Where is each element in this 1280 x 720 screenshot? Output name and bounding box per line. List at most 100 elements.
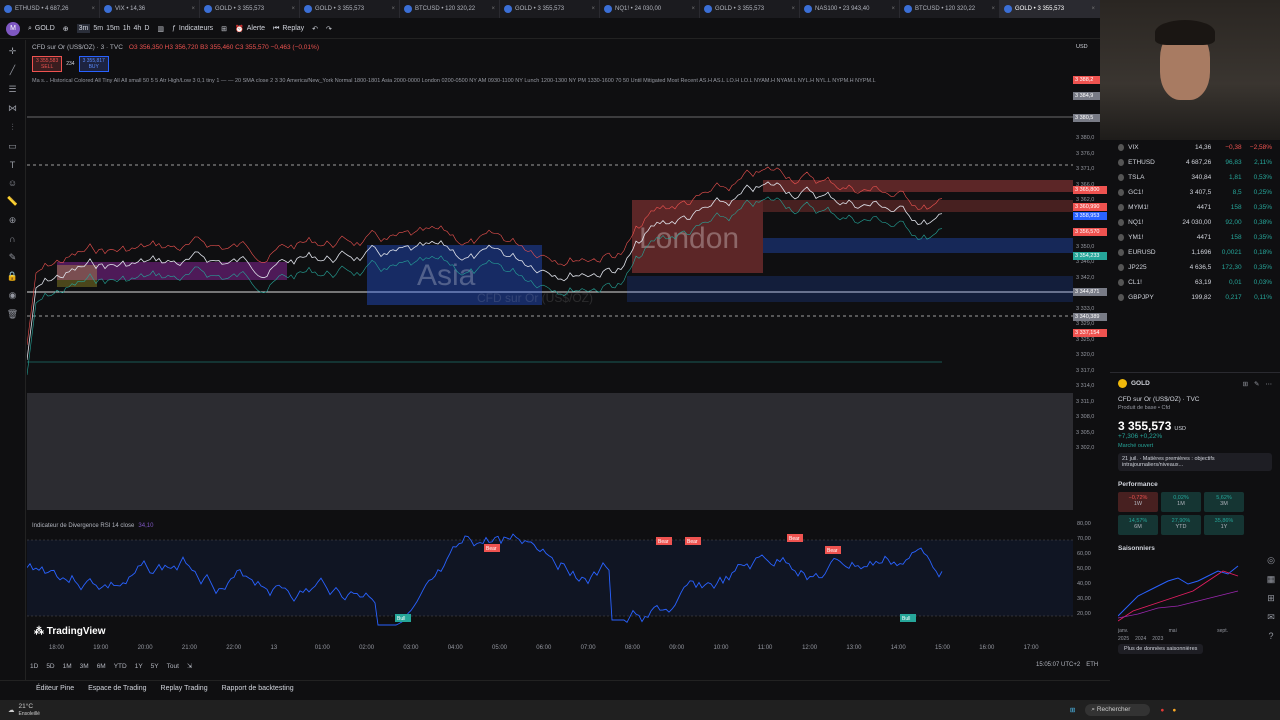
tab-2[interactable]: GOLD • 3 355,573 × xyxy=(200,0,300,18)
target-icon[interactable]: ◎ xyxy=(1267,555,1275,566)
details-symbol[interactable]: GOLD xyxy=(1131,380,1150,387)
interval-5[interactable]: D xyxy=(144,25,149,32)
perf-cell[interactable]: 0,02% 1M xyxy=(1161,492,1201,512)
time-axis[interactable]: 18:00 19:00 20:00 21:00 22:00 13 01:00 02:00 03:… xyxy=(27,643,1073,655)
grid-icon[interactable]: ⊞ xyxy=(1243,380,1248,388)
range-3[interactable]: 3M xyxy=(80,663,89,670)
perf-cell[interactable]: 14,57% 6M xyxy=(1118,515,1158,535)
interval-1[interactable]: 5m xyxy=(93,25,103,32)
text-icon[interactable]: T xyxy=(10,160,16,170)
lock-icon[interactable]: 🔒 xyxy=(7,271,18,282)
add-symbol-icon[interactable]: ⊕ xyxy=(63,25,69,33)
calendar-icon[interactable]: ▦ xyxy=(1267,574,1276,585)
alert-button[interactable]: ⏰ Alerte xyxy=(235,25,265,33)
undo-icon[interactable]: ↶ xyxy=(312,25,318,33)
tab-9[interactable]: BTCUSD • 120 320,22 × xyxy=(900,0,1000,18)
shapes-icon[interactable]: ▭ xyxy=(8,141,17,152)
close-icon[interactable]: × xyxy=(891,6,895,12)
fib-icon[interactable]: ☰ xyxy=(8,84,16,95)
more-icon[interactable]: ⋯ xyxy=(1266,380,1273,388)
chrome-icon[interactable]: ● xyxy=(1160,707,1164,714)
tab-8[interactable]: NAS100 • 23 943,40 × xyxy=(800,0,900,18)
tradingview-logo[interactable]: ⁂ TradingView xyxy=(34,626,106,637)
news-item[interactable]: 21 juil. · Matières premières : objectif… xyxy=(1118,453,1272,471)
watchlist-row[interactable]: VIX 14,36 −0,38 −2,58% xyxy=(1110,140,1280,155)
close-icon[interactable]: × xyxy=(591,6,595,12)
rsi-pane[interactable]: Bear Bear Bear Bear Bear Bull Bull xyxy=(27,520,1073,630)
trendline-icon[interactable]: ╱ xyxy=(10,65,15,76)
goto-date-icon[interactable]: ⇲ xyxy=(187,662,192,670)
close-icon[interactable]: × xyxy=(1091,6,1095,12)
tab-5[interactable]: GOLD • 3 355,573 × xyxy=(500,0,600,18)
range-1[interactable]: 5D xyxy=(46,663,54,670)
chat-icon[interactable]: ✉ xyxy=(1267,612,1275,623)
icons-icon[interactable]: ☺ xyxy=(8,178,17,188)
tab-4[interactable]: BTCUSD • 120 320,22 × xyxy=(400,0,500,18)
watchlist-row[interactable]: EURUSD 1,1696 0,0021 0,18% xyxy=(1110,245,1280,260)
perf-cell[interactable]: 5,62% 3M xyxy=(1204,492,1244,512)
indicators-button[interactable]: ƒ Indicateurs xyxy=(172,25,213,32)
watchlist-row[interactable]: NQ1! 24 030,00 92,00 0,38% xyxy=(1110,215,1280,230)
tab-1[interactable]: VIX • 14,36 × xyxy=(100,0,200,18)
zoom-icon[interactable]: ⊕ xyxy=(9,215,17,226)
trash-icon[interactable]: 🗑 xyxy=(7,309,18,320)
tab-6[interactable]: NQ1! • 24 030,00 × xyxy=(600,0,700,18)
help-icon[interactable]: ? xyxy=(1268,631,1273,641)
close-icon[interactable]: × xyxy=(291,6,295,12)
watchlist-row[interactable]: GC1! 3 407,5 8,5 0,25% xyxy=(1110,185,1280,200)
interval-3[interactable]: 1h xyxy=(123,25,131,32)
close-icon[interactable]: × xyxy=(791,6,795,12)
chart-type-icon[interactable]: ▥ xyxy=(157,25,164,33)
pattern-icon[interactable]: ⋈ xyxy=(8,103,17,114)
indicator-legend[interactable]: Ma s... Historical Colored All Tiny All … xyxy=(32,78,1052,84)
close-icon[interactable]: × xyxy=(491,6,495,12)
watchlist-row[interactable]: YM1! 4471 158 0,35% xyxy=(1110,230,1280,245)
edit-icon[interactable]: ✎ xyxy=(1254,380,1259,388)
interval-2[interactable]: 15m xyxy=(106,25,120,32)
clock[interactable]: 15:05:07 UTC+2 ETH xyxy=(1036,662,1098,668)
range-2[interactable]: 1M xyxy=(63,663,72,670)
seasonals-chart[interactable] xyxy=(1117,556,1243,626)
pencil-icon[interactable]: ✎ xyxy=(9,252,17,263)
close-icon[interactable]: × xyxy=(991,6,995,12)
bottom-tab-1[interactable]: Espace de Trading xyxy=(88,685,146,692)
weather[interactable]: 21°C Ensoleillé xyxy=(19,703,40,718)
range-8[interactable]: Tout xyxy=(167,663,179,670)
perf-cell[interactable]: −0,72% 1W xyxy=(1118,492,1158,512)
apps-icon[interactable]: ⊞ xyxy=(1267,593,1275,604)
close-icon[interactable]: × xyxy=(391,6,395,12)
magnet-icon[interactable]: ∩ xyxy=(9,234,15,244)
seasonals-title[interactable]: Saisonniers xyxy=(1118,545,1272,552)
more-seasonals-link[interactable]: Plus de données saisonnières xyxy=(1118,644,1204,654)
replay-button[interactable]: ⏮ Replay xyxy=(273,25,304,33)
ruler-icon[interactable]: 📏 xyxy=(7,196,18,207)
watchlist-row[interactable]: JP225 4 636,5 172,30 0,35% xyxy=(1110,260,1280,275)
watchlist-row[interactable]: CL1! 63,19 0,01 0,03% xyxy=(1110,275,1280,290)
range-6[interactable]: 1Y xyxy=(135,663,143,670)
weather-icon[interactable]: ☁ xyxy=(8,706,15,714)
price-chart[interactable]: London Asia CFD sur Or (US$/OZ) xyxy=(27,40,1073,510)
perf-cell[interactable]: 27,90% YTD xyxy=(1161,515,1201,535)
watchlist-row[interactable]: MYM1! 4471 158 0,35% xyxy=(1110,200,1280,215)
close-icon[interactable]: × xyxy=(91,6,95,12)
tab-3[interactable]: GOLD • 3 355,573 × xyxy=(300,0,400,18)
eye-icon[interactable]: ◉ xyxy=(9,290,17,301)
start-icon[interactable]: ⊞ xyxy=(1070,706,1075,714)
sell-button[interactable]: 3 355,583 SELL xyxy=(32,56,63,72)
redo-icon[interactable]: ↷ xyxy=(326,25,332,33)
range-7[interactable]: 5Y xyxy=(151,663,159,670)
range-5[interactable]: YTD xyxy=(114,663,127,670)
buy-button[interactable]: 3 355,817 BUY xyxy=(78,56,109,72)
prediction-icon[interactable]: ⫶ xyxy=(11,122,13,133)
currency-label[interactable]: USD xyxy=(1076,44,1088,50)
close-icon[interactable]: × xyxy=(691,6,695,12)
watchlist-row[interactable]: TSLA 340,84 1,81 0,53% xyxy=(1110,170,1280,185)
interval-0[interactable]: 3m xyxy=(76,24,91,33)
close-icon[interactable]: × xyxy=(191,6,195,12)
taskbar-search[interactable]: ⌕ Rechercher xyxy=(1085,704,1151,716)
perf-cell[interactable]: 35,86% 1Y xyxy=(1204,515,1244,535)
symbol-search[interactable]: ⌕ GOLD xyxy=(28,25,55,33)
bottom-tab-2[interactable]: Replay Trading xyxy=(161,685,208,692)
cursor-icon[interactable]: ✛ xyxy=(9,46,17,57)
app-icon[interactable]: ● xyxy=(1172,707,1176,714)
